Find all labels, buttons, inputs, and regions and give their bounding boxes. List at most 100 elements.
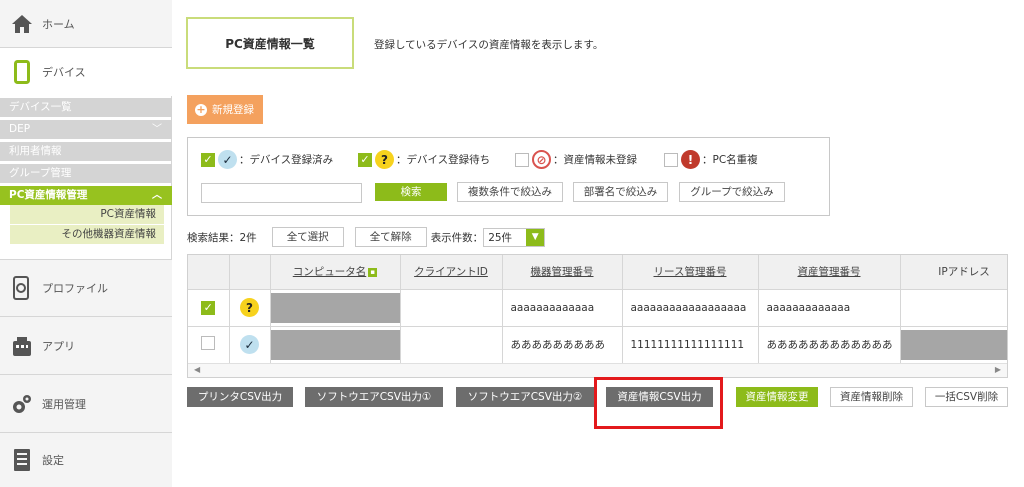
scroll-right-icon[interactable]: ▶ bbox=[995, 365, 1001, 374]
sidebar-item-device-list[interactable]: デバイス一覧 bbox=[0, 98, 172, 117]
computer-name-cell[interactable] bbox=[270, 326, 401, 364]
sidebar-item-label: 利用者情報 bbox=[9, 145, 62, 157]
asset-table: コンピュータ名 ▪ クライアントID 機器管理番号 リース管理番号 資産管理番号 … bbox=[187, 254, 1008, 378]
col-header-lease-no[interactable]: リース管理番号 bbox=[622, 255, 759, 290]
legend-unregistered[interactable]: ⊘ ：資産情報未登録 bbox=[515, 150, 637, 169]
asset-change-button[interactable]: 資産情報変更 bbox=[736, 387, 818, 407]
page-title: PC資産情報一覧 bbox=[186, 17, 354, 69]
result-bar: 検索結果：2件 全て選択 全て解除 表示件数： 25件 ▼ bbox=[187, 227, 546, 247]
row-checkbox-cell[interactable] bbox=[188, 326, 230, 364]
row-status-cell: ? bbox=[229, 289, 271, 327]
col-header-client-id[interactable]: クライアントID bbox=[400, 255, 503, 290]
legend-label: ：デバイス登録済み bbox=[239, 154, 334, 166]
multi-condition-filter-button[interactable]: 複数条件で絞込み bbox=[457, 182, 563, 202]
scroll-left-icon[interactable]: ◀ bbox=[194, 365, 200, 374]
per-page-value: 25件 bbox=[488, 231, 513, 244]
sidebar-item-label: PC資産情報管理 bbox=[9, 189, 88, 201]
sidebar-item-pc-assets[interactable]: PC資産情報管理 ︿ bbox=[0, 186, 172, 205]
nav-apps[interactable]: アプリ bbox=[0, 317, 172, 375]
nav-operations[interactable]: 運用管理 bbox=[0, 375, 172, 433]
home-icon bbox=[4, 14, 40, 34]
ip-cell bbox=[900, 289, 1007, 327]
printer-csv-button[interactable]: プリンタCSV出力 bbox=[187, 387, 293, 407]
row-checkbox-cell[interactable]: ✓ bbox=[188, 289, 230, 327]
chevron-up-icon: ︿ bbox=[152, 190, 162, 201]
col-header-check bbox=[188, 255, 230, 290]
sidebar-item-group-mgmt[interactable]: グループ管理 bbox=[0, 164, 172, 183]
lease-no-cell: 11111111111111111 bbox=[622, 326, 759, 364]
sidebar-item-dep[interactable]: DEP ﹀ bbox=[0, 120, 172, 139]
sidebar-item-other-asset-info[interactable]: その他機器資産情報 bbox=[10, 225, 164, 244]
highlight-box bbox=[594, 377, 723, 429]
computer-name-cell[interactable] bbox=[270, 289, 401, 327]
col-header-label: コンピュータ名 bbox=[292, 266, 367, 279]
select-all-button[interactable]: 全て選択 bbox=[271, 227, 344, 247]
sort-icon[interactable]: ▪ bbox=[368, 267, 378, 277]
redacted-block bbox=[270, 329, 399, 360]
col-header-computer[interactable]: コンピュータ名 ▪ bbox=[270, 255, 401, 290]
filter-panel: ✓ ✓ ：デバイス登録済み ✓ ? ：デバイス登録待ち ⊘ ：資産情報未登録 !… bbox=[187, 137, 830, 216]
redacted-block bbox=[270, 292, 399, 323]
sidebar-item-label: デバイス一覧 bbox=[9, 101, 72, 113]
deselect-all-button[interactable]: 全て解除 bbox=[354, 227, 427, 247]
checkbox-waiting[interactable]: ✓ bbox=[358, 152, 372, 167]
nav-home[interactable]: ホーム bbox=[0, 0, 172, 48]
sidebar-item-label: その他機器資産情報 bbox=[61, 228, 157, 240]
nav-devices[interactable]: デバイス bbox=[0, 48, 172, 96]
search-input[interactable] bbox=[201, 183, 362, 203]
question-icon: ? bbox=[240, 298, 259, 317]
legend-duplicate[interactable]: ! ：PC名重複 bbox=[664, 150, 758, 169]
asset-delete-button[interactable]: 資産情報削除 bbox=[830, 387, 913, 407]
checkbox-registered[interactable]: ✓ bbox=[201, 152, 215, 167]
row-checkbox[interactable]: ✓ bbox=[201, 300, 216, 315]
legend-waiting[interactable]: ✓ ? ：デバイス登録待ち bbox=[358, 150, 490, 169]
software-csv2-button[interactable]: ソフトウエアCSV出力② bbox=[456, 387, 594, 407]
registered-check-icon: ✓ bbox=[218, 150, 237, 169]
sidebar-item-user-info[interactable]: 利用者情報 bbox=[0, 142, 172, 161]
software-csv1-button[interactable]: ソフトウエアCSV出力① bbox=[305, 387, 443, 407]
nav-operations-label: 運用管理 bbox=[42, 397, 86, 411]
legend-registered[interactable]: ✓ ✓ ：デバイス登録済み bbox=[201, 150, 333, 169]
question-icon: ? bbox=[375, 150, 394, 169]
exclamation-icon: ! bbox=[681, 150, 700, 169]
device-no-cell: あああああああああ bbox=[502, 326, 623, 364]
nav-settings[interactable]: 設定 bbox=[0, 433, 172, 487]
smartphone-icon bbox=[4, 60, 40, 84]
col-header-ip[interactable]: IPアドレス bbox=[900, 255, 1007, 290]
col-header-device-no[interactable]: 機器管理番号 bbox=[502, 255, 623, 290]
checkbox-duplicate[interactable] bbox=[664, 152, 678, 167]
plus-icon: + bbox=[195, 102, 207, 116]
new-register-button[interactable]: + 新規登録 bbox=[187, 95, 263, 124]
nav-settings-label: 設定 bbox=[42, 454, 64, 467]
registered-check-icon: ✓ bbox=[240, 335, 259, 354]
search-button[interactable]: 検索 bbox=[375, 183, 447, 201]
group-filter-button[interactable]: グループで絞込み bbox=[679, 182, 785, 202]
prohibited-icon: ⊘ bbox=[532, 150, 551, 169]
per-page-select[interactable]: 25件 ▼ bbox=[483, 227, 546, 247]
device-no-cell: aaaaaaaaaaaaa bbox=[502, 289, 623, 327]
row-status-cell: ✓ bbox=[229, 326, 271, 364]
bulk-csv-delete-button[interactable]: 一括CSV削除 bbox=[925, 387, 1008, 407]
asset-no-cell: ああああああああああああ bbox=[758, 326, 901, 364]
lease-no-cell: aaaaaaaaaaaaaaaaaa bbox=[622, 289, 759, 327]
row-checkbox[interactable] bbox=[201, 336, 216, 350]
sidebar-item-pc-asset-info[interactable]: PC資産情報 bbox=[10, 205, 164, 224]
dept-filter-button[interactable]: 部署名で絞込み bbox=[573, 182, 668, 202]
nav-devices-label: デバイス bbox=[42, 66, 86, 79]
nav-apps-label: アプリ bbox=[42, 339, 75, 353]
legend-label: ：デバイス登録待ち bbox=[396, 154, 491, 166]
sidebar-item-label: PC資産情報 bbox=[100, 208, 156, 220]
nav-profile[interactable]: プロファイル bbox=[0, 259, 172, 317]
horizontal-scrollbar[interactable]: ◀ ▶ bbox=[188, 363, 1007, 377]
per-page-label: 表示件数： bbox=[430, 231, 484, 244]
chevron-down-icon: ﹀ bbox=[152, 124, 162, 135]
page-description: 登録しているデバイスの資産情報を表示します。 bbox=[374, 39, 604, 51]
ip-cell bbox=[900, 326, 1007, 364]
table-row[interactable]: ✓ あああああああああ 11111111111111111 ああああああああああ… bbox=[188, 326, 1007, 364]
col-header-asset-no[interactable]: 資産管理番号 bbox=[758, 255, 901, 290]
redacted-block bbox=[900, 329, 1007, 360]
legend-label: ：PC名重複 bbox=[702, 154, 758, 166]
profile-gear-icon bbox=[4, 276, 40, 300]
checkbox-unregistered[interactable] bbox=[515, 152, 529, 167]
table-row[interactable]: ✓ ? aaaaaaaaaaaaa aaaaaaaaaaaaaaaaaa aaa… bbox=[188, 289, 1007, 327]
